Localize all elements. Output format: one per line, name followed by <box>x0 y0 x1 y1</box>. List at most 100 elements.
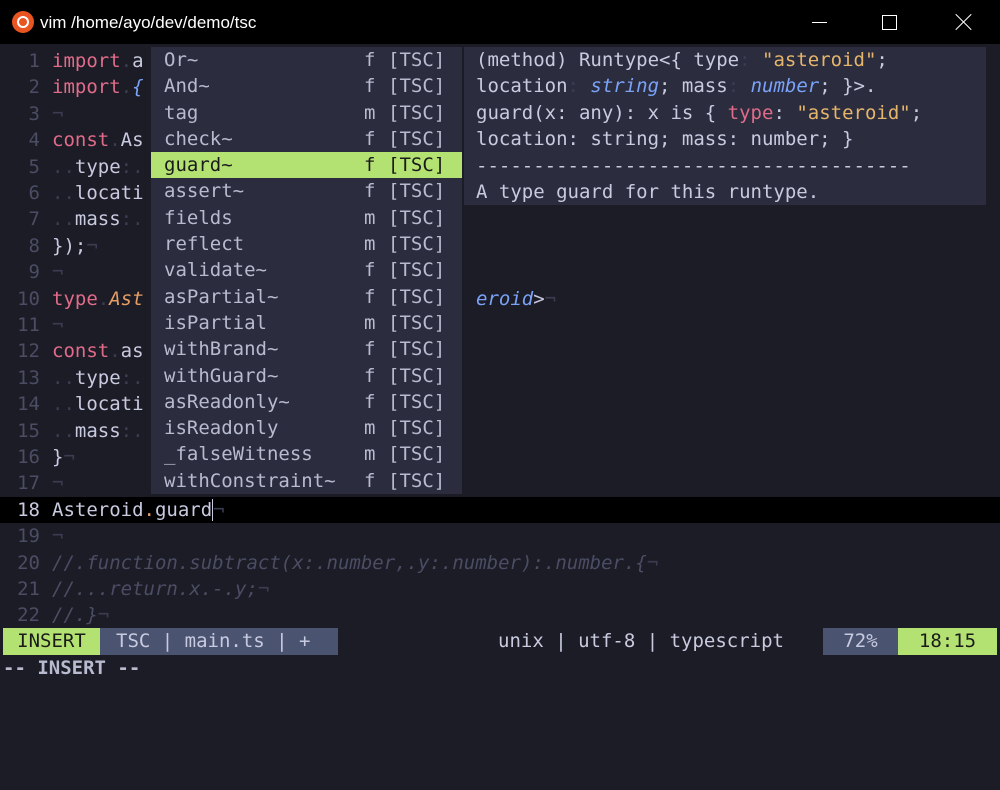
code-token: eroid <box>476 287 534 310</box>
code-token: type <box>52 287 98 310</box>
doc-token: type <box>727 101 774 124</box>
code-line[interactable]: 14 ..locati <box>0 391 1000 417</box>
line-number: 14 <box>17 393 40 416</box>
code-line[interactable]: 15 ..mass:. <box>0 418 1000 444</box>
completion-item[interactable]: _falseWitness m [TSC] <box>151 441 462 467</box>
code-line[interactable]: 16}¬ <box>0 444 1000 470</box>
code-line[interactable]: 8});¬ <box>0 233 1000 259</box>
code-token: type <box>74 155 121 178</box>
completion-kind: f <box>364 390 376 413</box>
code-token: } <box>52 446 64 468</box>
completion-kind: f <box>364 49 376 71</box>
code-token: ¬ <box>63 446 75 468</box>
code-token: ¬ <box>544 287 557 310</box>
code-token: type <box>74 366 121 389</box>
completion-word: tag <box>164 101 199 124</box>
statusline: INSERT TSC | main.ts | + unix | utf-8 | … <box>0 628 1000 655</box>
mode-indicator: INSERT <box>3 628 100 655</box>
completion-item[interactable]: And~ f [TSC] <box>151 73 462 99</box>
code-line[interactable]: 17 ¬ <box>0 470 1000 496</box>
code-token: . <box>109 129 121 152</box>
doc-line: (method) Runtype<{ type: "asteroid"; <box>464 47 986 73</box>
code-line[interactable]: 10 type.Ast eroid>¬ <box>0 286 1000 312</box>
code-token: .. <box>52 182 75 204</box>
current-line[interactable]: 18 Asteroid.guard¬ <box>0 496 1000 524</box>
code-token: .. <box>52 208 75 231</box>
completion-item[interactable]: isPartial m [TSC] <box>151 310 462 336</box>
completion-word: withConstraint~ <box>164 469 336 492</box>
completion-menu-scrollbar[interactable] <box>462 200 468 494</box>
file-format-info: unix | utf-8 | typescript <box>498 630 784 652</box>
maximize-button[interactable] <box>866 0 912 44</box>
code-token: import <box>52 76 121 99</box>
doc-token: ; <box>910 101 923 124</box>
code-line[interactable]: 13 ..type:. <box>0 365 1000 391</box>
completion-item[interactable]: isReadonly m [TSC] <box>151 415 462 441</box>
line-number: 5 <box>28 155 40 178</box>
documentation-popup: (method) Runtype<{ type: "asteroid"; loca… <box>464 47 986 205</box>
completion-item[interactable]: tag m [TSC] <box>151 100 462 126</box>
code-token: . <box>97 287 110 310</box>
code-line[interactable]: 20 //.function.subtract(x:.number,.y:.num… <box>0 550 1000 576</box>
code-line[interactable]: 11 ¬ <box>0 312 1000 338</box>
minimize-icon <box>812 22 827 23</box>
completion-item[interactable]: reflect m [TSC] <box>151 231 462 257</box>
line-number: 1 <box>28 50 40 72</box>
completion-kind: m <box>364 206 376 229</box>
completion-word: fields <box>164 206 233 229</box>
command-line[interactable]: -- INSERT -- <box>0 655 1000 683</box>
doc-line: guard(x: any): x is { type: "asteroid"; <box>464 100 986 126</box>
code-token: ¬ <box>213 498 225 521</box>
line-number: 12 <box>17 340 40 363</box>
code-token: const <box>52 340 110 363</box>
code-line[interactable]: 22 //.}¬ <box>0 602 1000 628</box>
doc-line: location: string; mass: number; }>. <box>464 73 986 99</box>
completion-item[interactable]: validate~ f [TSC] <box>151 257 462 283</box>
code-line[interactable]: 21 //...return.x.-.y;¬ <box>0 576 1000 602</box>
code-line[interactable]: 9 ¬ <box>0 259 1000 285</box>
code-token: > <box>533 287 545 310</box>
code-token: ¬ <box>257 578 270 600</box>
line-number: 21 <box>17 578 40 600</box>
code-line-tail: eroid>¬ <box>476 286 556 312</box>
line-number: 4 <box>28 129 40 152</box>
minimize-button[interactable] <box>796 0 842 44</box>
code-line[interactable]: 7 ..mass:. <box>0 206 1000 232</box>
completion-item[interactable]: check~ f [TSC] <box>151 126 462 152</box>
code-token: }); <box>52 234 87 257</box>
completion-source: [TSC] <box>388 49 446 71</box>
completion-item[interactable]: asPartial~ f [TSC] <box>151 284 462 310</box>
completion-word: withGuard~ <box>164 364 279 387</box>
code-line[interactable]: 19 ¬ <box>0 523 1000 549</box>
completion-item[interactable]: assert~ f [TSC] <box>151 178 462 204</box>
completion-item[interactable]: fields m [TSC] <box>151 205 462 231</box>
code-token: locati <box>74 393 144 416</box>
doc-token: ; }>. <box>819 75 877 98</box>
completion-item[interactable]: asReadonly~ f [TSC] <box>151 389 462 415</box>
code-token: as <box>120 340 144 363</box>
completion-kind: m <box>364 417 376 440</box>
code-token: ¬ <box>86 234 98 257</box>
close-button[interactable] <box>940 0 986 44</box>
completion-menu[interactable]: Or~ f [TSC] And~ f [TSC] tag m [TSC] check~ f [TSC]… <box>151 47 462 494</box>
line-number: 10 <box>17 287 40 310</box>
line-number: 20 <box>17 551 40 574</box>
doc-token: guard(x: any): x is { <box>476 101 728 124</box>
completion-item[interactable]: withBrand~ f [TSC] <box>151 336 462 362</box>
completion-kind: f <box>364 364 376 387</box>
completion-item-selected[interactable]: guard~ f [TSC] <box>151 152 462 179</box>
completion-item[interactable]: withConstraint~ f [TSC] <box>151 468 462 494</box>
doc-token: A type guard for this runtype. <box>476 180 820 203</box>
code-token: locati <box>74 182 144 204</box>
completion-item[interactable]: withGuard~ f [TSC] <box>151 363 462 389</box>
window-titlebar: vim /home/ayo/dev/demo/tsc <box>0 0 1000 44</box>
code-token: Ast <box>109 287 144 310</box>
code-token: ¬ <box>52 314 64 336</box>
code-token: . <box>109 340 121 363</box>
code-line[interactable]: 12 const.as <box>0 338 1000 364</box>
completion-kind: m <box>364 233 376 256</box>
code-token: ¬ <box>52 525 64 548</box>
completion-item[interactable]: Or~ f [TSC] <box>151 47 462 73</box>
completion-kind: m <box>364 443 376 466</box>
code-token: :. <box>120 366 144 389</box>
